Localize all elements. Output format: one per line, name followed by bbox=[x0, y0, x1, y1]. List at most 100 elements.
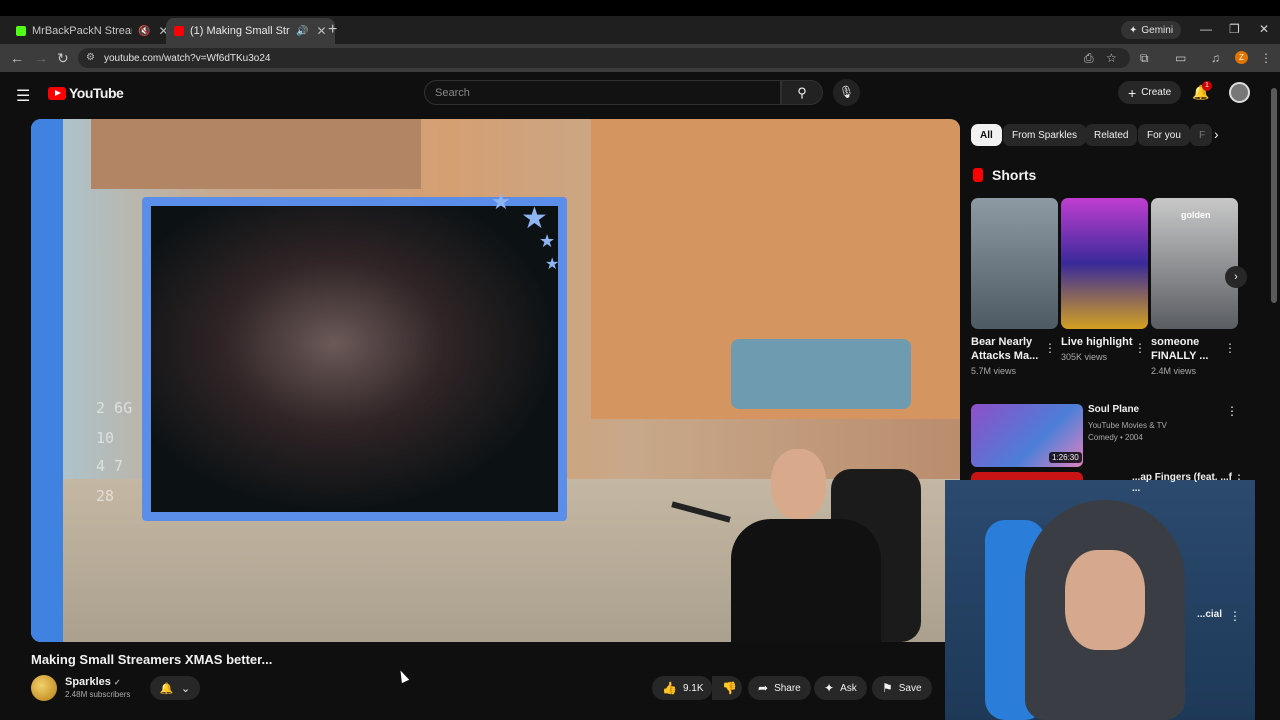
youtube-logo[interactable]: YouTube bbox=[48, 85, 124, 101]
sparkle-icon: ✦ bbox=[824, 681, 835, 695]
tab-title: (1) Making Small Streamers bbox=[190, 25, 290, 37]
back-icon[interactable]: ← bbox=[10, 50, 24, 66]
short-item[interactable]: Live highlight 305K views ⋮ bbox=[1061, 198, 1148, 362]
short-title[interactable]: someone FINALLY ... bbox=[1151, 335, 1223, 363]
related-title[interactable]: Soul Plane bbox=[1088, 404, 1213, 415]
like-button[interactable]: 👍 9.1K bbox=[652, 676, 712, 700]
profile-avatar[interactable]: Z bbox=[1235, 51, 1248, 64]
close-tab-icon[interactable]: ✕ bbox=[316, 24, 326, 38]
more-options-icon[interactable]: ⋮ bbox=[1226, 404, 1238, 418]
short-thumbnail[interactable] bbox=[1061, 198, 1148, 329]
search-button[interactable]: ⚲ bbox=[781, 80, 823, 105]
hud-number: 10 bbox=[96, 429, 115, 447]
minimize-icon[interactable]: — bbox=[1200, 22, 1212, 36]
youtube-play-icon bbox=[48, 86, 66, 100]
video-title: Making Small Streamers XMAS better... bbox=[31, 652, 273, 667]
mouse-cursor bbox=[396, 668, 410, 684]
url-text: youtube.com/watch?v=Wf6dTKu3o24 bbox=[104, 52, 271, 64]
tab-title: MrBackPackN Stream - Wa bbox=[32, 25, 132, 37]
bookmark-icon: ⚑ bbox=[882, 681, 893, 695]
short-item[interactable]: Bear Nearly Attacks Ma... 5.7M views ⋮ bbox=[971, 198, 1058, 376]
save-button[interactable]: ⚑ Save bbox=[872, 676, 932, 700]
bell-icon: 🔔 bbox=[159, 682, 174, 695]
forward-icon[interactable]: → bbox=[34, 50, 48, 66]
short-thumbnail[interactable]: golden bbox=[1151, 198, 1238, 329]
star-icon: ★ bbox=[545, 256, 560, 273]
create-label: Create bbox=[1141, 87, 1172, 98]
create-button[interactable]: + Create bbox=[1118, 81, 1182, 104]
share-button[interactable]: ➦ Share bbox=[748, 676, 811, 700]
bookmark-star-icon[interactable]: ☆ bbox=[1106, 51, 1117, 65]
streamer-head bbox=[771, 449, 826, 519]
more-options-icon[interactable]: ⋮ bbox=[1134, 341, 1146, 355]
hud-number: 4 7 bbox=[96, 457, 124, 475]
logo-text: YouTube bbox=[69, 85, 124, 101]
channel-name[interactable]: Sparkles ✓ bbox=[65, 676, 121, 688]
channel-avatar[interactable] bbox=[31, 675, 57, 701]
new-tab-icon[interactable]: + bbox=[328, 21, 337, 39]
shorts-heading-text: Shorts bbox=[992, 167, 1037, 183]
chevron-right-icon[interactable]: › bbox=[1225, 266, 1247, 288]
window-close-icon[interactable]: ✕ bbox=[1259, 22, 1269, 36]
account-avatar[interactable] bbox=[1229, 82, 1250, 103]
site-info-icon[interactable]: ⚙ bbox=[86, 52, 95, 63]
scene-truck bbox=[731, 339, 911, 409]
short-title[interactable]: Live highlight bbox=[1061, 335, 1133, 349]
gemini-button[interactable]: ✦ Gemini bbox=[1121, 21, 1182, 39]
chip-related[interactable]: Related bbox=[1085, 124, 1138, 146]
more-options-icon[interactable]: ⋮ bbox=[1229, 609, 1241, 623]
more-options-icon[interactable]: ⋮ bbox=[1224, 341, 1236, 355]
muted-audio-icon[interactable]: 🔇 bbox=[138, 26, 150, 37]
voice-search-button[interactable]: 🎙 bbox=[833, 79, 860, 106]
video-player[interactable]: 2 6G 10 4 7 28 ★ ★ ★ ★ bbox=[31, 119, 960, 642]
related-title[interactable]: ...ap Fingers (feat. ...f ... bbox=[1132, 472, 1232, 494]
notifications-button[interactable]: 🔔 1 bbox=[1192, 81, 1212, 101]
share-label: Share bbox=[774, 682, 801, 694]
related-meta: Comedy • 2004 bbox=[1088, 433, 1143, 442]
channel-name-text: Sparkles bbox=[65, 676, 111, 688]
chip-from-sparkles[interactable]: From Sparkles bbox=[1003, 124, 1087, 146]
duration-badge: 1:26:30 bbox=[1049, 452, 1082, 463]
chevron-down-icon: ⌄ bbox=[181, 682, 191, 695]
dislike-button[interactable]: 👎 bbox=[712, 676, 742, 700]
browser-tab-bar: MrBackPackN Stream - Wa 🔇 ✕ (1) Making S… bbox=[0, 0, 1280, 44]
sparkle-icon: ✦ bbox=[1129, 24, 1138, 36]
thumbs-up-icon: 👍 bbox=[662, 681, 677, 695]
related-title[interactable]: ...cial bbox=[1197, 609, 1222, 620]
install-icon[interactable]: ⎙ bbox=[1084, 51, 1094, 66]
short-title[interactable]: Bear Nearly Attacks Ma... bbox=[971, 335, 1043, 363]
scrollbar[interactable] bbox=[1271, 88, 1277, 303]
streamer-facecam bbox=[671, 449, 931, 642]
maximize-icon[interactable]: ❐ bbox=[1229, 22, 1240, 36]
related-channel[interactable]: YouTube Movies & TV bbox=[1088, 421, 1167, 430]
youtube-favicon-icon bbox=[174, 26, 184, 36]
browser-tab-active[interactable]: (1) Making Small Streamers 🔊 ✕ bbox=[166, 18, 335, 44]
reactor-facecam bbox=[945, 480, 1255, 720]
ask-button[interactable]: ✦ Ask bbox=[814, 676, 867, 700]
reload-icon[interactable]: ↻ bbox=[57, 50, 69, 67]
star-icon: ★ bbox=[491, 189, 511, 214]
more-options-icon[interactable]: ⋮ bbox=[1044, 341, 1056, 355]
search-input[interactable]: Search bbox=[424, 80, 781, 105]
short-thumbnail[interactable] bbox=[971, 198, 1058, 329]
short-views: 5.7M views bbox=[971, 366, 1017, 376]
address-bar[interactable]: ⚙ youtube.com/watch?v=Wf6dTKu3o24 bbox=[78, 48, 1130, 68]
audio-playing-icon[interactable]: 🔊 bbox=[296, 26, 308, 37]
browser-menu-icon[interactable]: ⋮ bbox=[1260, 51, 1272, 65]
plus-icon: + bbox=[1128, 84, 1137, 101]
gemini-label: Gemini bbox=[1141, 24, 1174, 36]
media-icon[interactable]: ♫ bbox=[1211, 51, 1220, 65]
menu-icon[interactable]: ☰ bbox=[16, 86, 30, 106]
chip-for-you[interactable]: For you bbox=[1138, 124, 1190, 146]
sidepanel-icon[interactable]: ▭ bbox=[1175, 51, 1186, 65]
browser-tab[interactable]: MrBackPackN Stream - Wa 🔇 ✕ bbox=[8, 18, 177, 44]
share-icon: ➦ bbox=[758, 681, 769, 695]
subscribed-bell-button[interactable]: 🔔 ⌄ bbox=[150, 676, 200, 700]
chevron-right-icon[interactable]: › bbox=[1214, 126, 1219, 142]
hud-number: 2 6G bbox=[96, 399, 133, 417]
short-item[interactable]: golden someone FINALLY ... 2.4M views ⋮ bbox=[1151, 198, 1238, 376]
chip-truncated[interactable]: F bbox=[1190, 124, 1212, 146]
chip-all[interactable]: All bbox=[971, 124, 1002, 146]
extensions-icon[interactable]: ⧉ bbox=[1140, 51, 1149, 66]
kick-favicon-icon bbox=[16, 26, 26, 36]
